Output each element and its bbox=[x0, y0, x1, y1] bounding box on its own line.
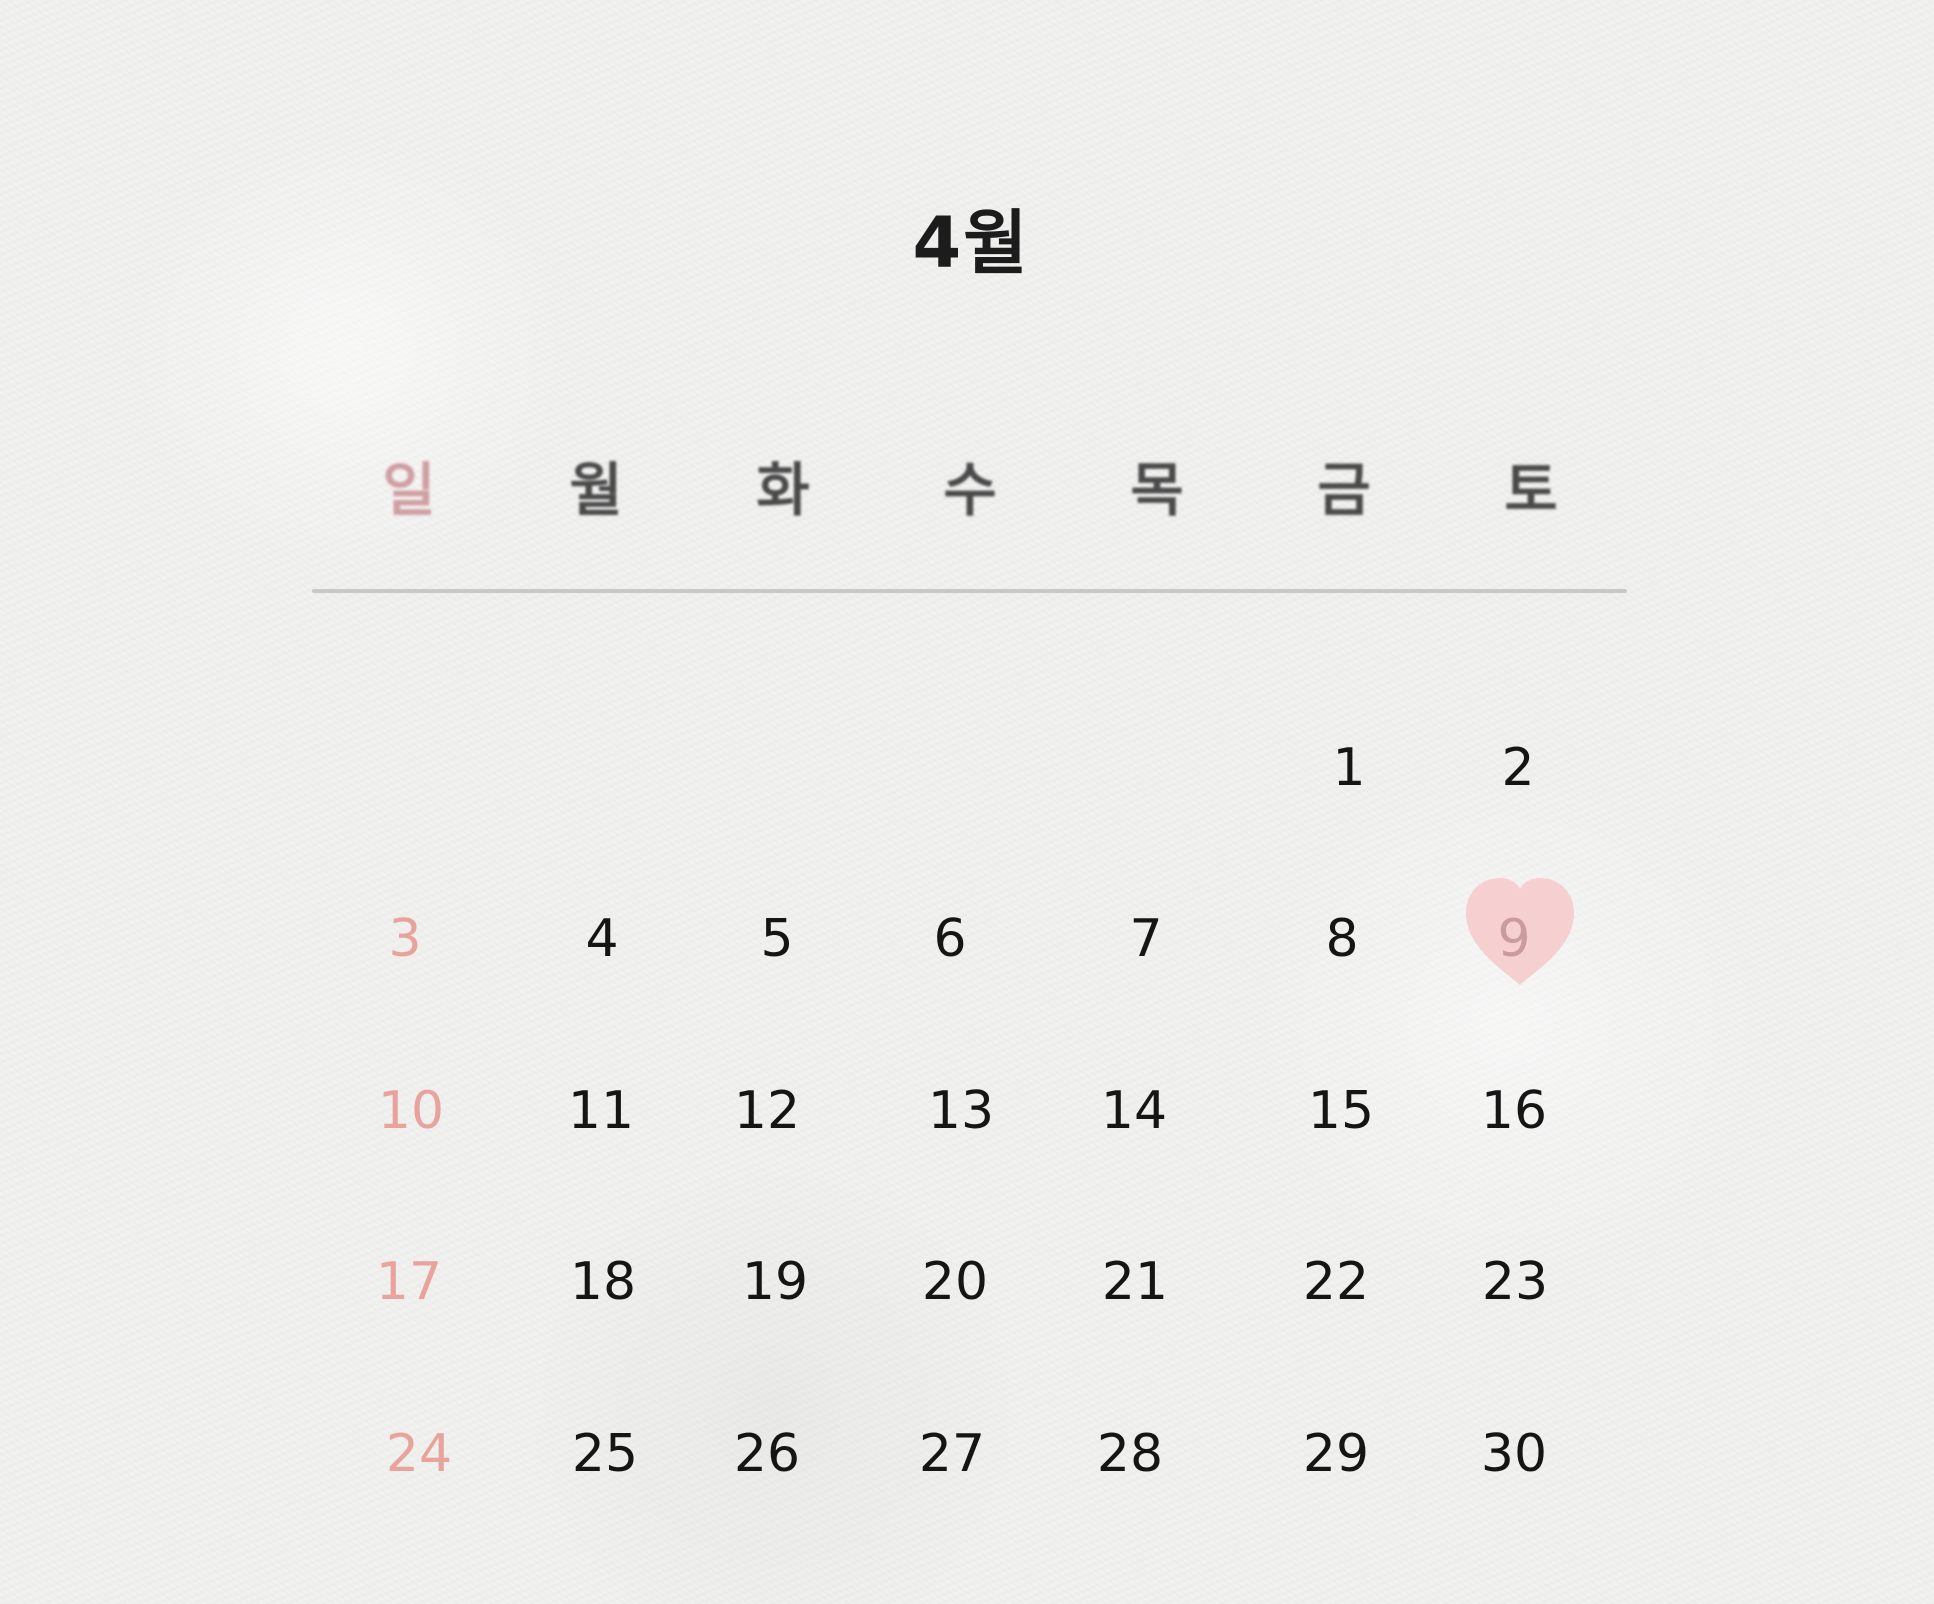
day-13[interactable]: 13 bbox=[901, 1079, 1021, 1143]
day-27[interactable]: 27 bbox=[892, 1422, 1012, 1486]
day-18[interactable]: 18 bbox=[543, 1250, 663, 1314]
day-17[interactable]: 17 bbox=[349, 1250, 469, 1314]
day-22[interactable]: 22 bbox=[1276, 1250, 1396, 1314]
weekday-thu: 목 bbox=[1130, 456, 1184, 524]
weekday-tue: 화 bbox=[756, 456, 810, 524]
day-14[interactable]: 14 bbox=[1074, 1079, 1194, 1143]
day-25[interactable]: 25 bbox=[545, 1422, 665, 1486]
day-23[interactable]: 23 bbox=[1455, 1250, 1575, 1314]
weekday-wed: 수 bbox=[943, 456, 997, 524]
weekday-sun: 일 bbox=[382, 456, 436, 524]
day-15[interactable]: 15 bbox=[1281, 1079, 1401, 1143]
day-24[interactable]: 24 bbox=[359, 1422, 479, 1486]
day-19[interactable]: 19 bbox=[715, 1250, 835, 1314]
day-3[interactable]: 3 bbox=[345, 907, 465, 971]
day-8[interactable]: 8 bbox=[1282, 907, 1402, 971]
calendar: 4월 일 월 화 수 목 금 토 1 2 3 4 5 6 7 8 9 10 11… bbox=[0, 0, 1934, 1604]
day-7[interactable]: 7 bbox=[1086, 907, 1206, 971]
day-10[interactable]: 10 bbox=[351, 1079, 471, 1143]
day-26[interactable]: 26 bbox=[707, 1422, 827, 1486]
weekday-divider bbox=[312, 589, 1627, 593]
weekday-fri: 금 bbox=[1317, 456, 1371, 524]
day-2[interactable]: 2 bbox=[1458, 736, 1578, 800]
month-title: 4월 bbox=[912, 202, 1030, 284]
day-30[interactable]: 30 bbox=[1454, 1422, 1574, 1486]
weekday-sat: 토 bbox=[1504, 456, 1558, 524]
day-20[interactable]: 20 bbox=[895, 1250, 1015, 1314]
day-28[interactable]: 28 bbox=[1070, 1422, 1190, 1486]
day-9[interactable]: 9 bbox=[1454, 907, 1574, 971]
day-5[interactable]: 5 bbox=[717, 907, 837, 971]
day-6[interactable]: 6 bbox=[890, 907, 1010, 971]
day-29[interactable]: 29 bbox=[1276, 1422, 1396, 1486]
day-1[interactable]: 1 bbox=[1289, 736, 1409, 800]
day-16[interactable]: 16 bbox=[1454, 1079, 1574, 1143]
day-4[interactable]: 4 bbox=[542, 907, 662, 971]
day-21[interactable]: 21 bbox=[1075, 1250, 1195, 1314]
day-12[interactable]: 12 bbox=[707, 1079, 827, 1143]
weekday-mon: 월 bbox=[569, 456, 623, 524]
day-11[interactable]: 11 bbox=[541, 1079, 661, 1143]
